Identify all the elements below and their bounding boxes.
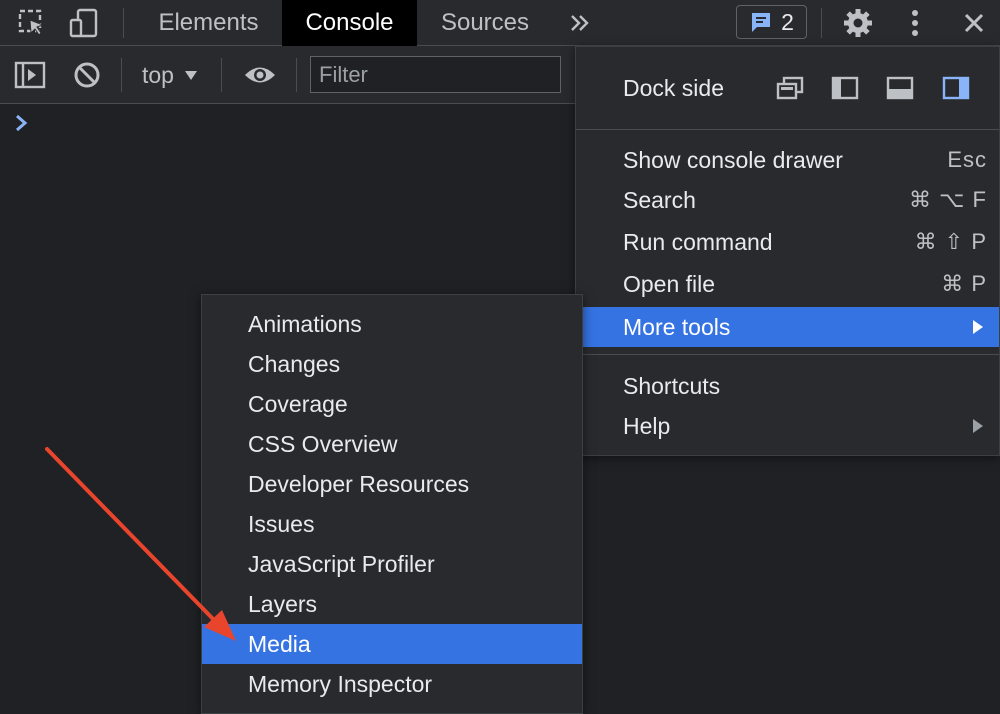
submenu-item-memory-inspector[interactable]: Memory Inspector bbox=[202, 664, 582, 704]
settings-gear-icon[interactable] bbox=[838, 0, 878, 46]
menu-item-label: Help bbox=[623, 412, 671, 439]
submenu-item-coverage[interactable]: Coverage bbox=[202, 384, 582, 424]
dock-side-label: Dock side bbox=[623, 75, 724, 101]
menu-divider bbox=[576, 354, 999, 355]
kebab-menu-icon[interactable] bbox=[895, 0, 935, 46]
submenu-item-label: Memory Inspector bbox=[248, 670, 433, 697]
menu-item-run-command[interactable]: Run command ⌘ ⇧ P bbox=[576, 222, 999, 262]
close-icon[interactable] bbox=[954, 0, 994, 46]
sidebar-toggle-icon[interactable] bbox=[10, 46, 50, 104]
toolbar-divider bbox=[221, 58, 222, 92]
more-tools-submenu: Animations Changes Coverage CSS Overview… bbox=[201, 294, 583, 714]
chevron-down-icon bbox=[184, 71, 197, 80]
submenu-item-media[interactable]: Media bbox=[202, 624, 582, 664]
submenu-item-layers[interactable]: Layers bbox=[202, 584, 582, 624]
filter-input[interactable] bbox=[310, 56, 561, 93]
menu-item-shortcut: Esc bbox=[947, 147, 987, 172]
submenu-item-javascript-profiler[interactable]: JavaScript Profiler bbox=[202, 544, 582, 584]
devtools-tab-bar: Elements Console Sources 2 bbox=[0, 0, 1000, 46]
menu-item-label: Search bbox=[623, 186, 696, 213]
menu-item-search[interactable]: Search ⌘ ⌥ F bbox=[576, 180, 999, 220]
submenu-item-label: Developer Resources bbox=[248, 470, 470, 497]
submenu-item-label: CSS Overview bbox=[248, 430, 398, 457]
submenu-item-label: Animations bbox=[248, 310, 362, 337]
menu-item-label: More tools bbox=[623, 313, 731, 340]
submenu-item-changes[interactable]: Changes bbox=[202, 344, 582, 384]
menu-item-label: Run command bbox=[623, 228, 773, 255]
toolbar-divider bbox=[296, 58, 297, 92]
dock-bottom-icon[interactable] bbox=[885, 75, 915, 101]
dock-side-row: Dock side bbox=[576, 47, 999, 129]
menu-item-label: Show console drawer bbox=[623, 146, 843, 173]
submenu-arrow-icon bbox=[973, 419, 983, 433]
submenu-item-issues[interactable]: Issues bbox=[202, 504, 582, 544]
issues-count: 2 bbox=[781, 8, 794, 35]
context-selector-value: top bbox=[142, 61, 174, 88]
submenu-item-label: JavaScript Profiler bbox=[248, 550, 435, 577]
tab-elements[interactable]: Elements bbox=[137, 0, 280, 46]
submenu-arrow-icon bbox=[973, 320, 983, 334]
menu-item-show-console-drawer[interactable]: Show console drawer Esc bbox=[576, 140, 999, 180]
submenu-item-animations[interactable]: Animations bbox=[202, 304, 582, 344]
tab-console[interactable]: Console bbox=[282, 0, 417, 46]
menu-item-shortcut: ⌘ P bbox=[941, 271, 987, 296]
clear-console-icon[interactable] bbox=[66, 46, 108, 104]
inspect-element-icon[interactable] bbox=[12, 0, 52, 46]
tab-sources[interactable]: Sources bbox=[420, 0, 550, 46]
submenu-item-css-overview[interactable]: CSS Overview bbox=[202, 424, 582, 464]
submenu-item-label: Changes bbox=[248, 350, 341, 377]
device-toggle-icon[interactable] bbox=[64, 0, 104, 46]
issues-icon bbox=[752, 13, 771, 32]
issues-badge[interactable]: 2 bbox=[736, 5, 807, 39]
console-prompt-chevron-icon[interactable] bbox=[14, 112, 30, 139]
toolbar-divider bbox=[121, 58, 122, 92]
submenu-item-label: Issues bbox=[248, 510, 315, 537]
menu-item-shortcut: ⌘ ⇧ P bbox=[914, 229, 987, 254]
menu-item-shortcut: ⌘ ⌥ F bbox=[908, 187, 987, 212]
dock-undock-icon[interactable] bbox=[775, 75, 805, 101]
toolbar-divider bbox=[821, 8, 822, 38]
main-menu: Dock side Show console drawer Esc Search… bbox=[575, 46, 1000, 456]
dock-left-icon[interactable] bbox=[830, 75, 860, 101]
menu-divider bbox=[576, 129, 999, 130]
more-tabs-icon[interactable] bbox=[560, 0, 600, 46]
submenu-item-developer-resources[interactable]: Developer Resources bbox=[202, 464, 582, 504]
submenu-item-label: Coverage bbox=[248, 390, 348, 417]
submenu-item-label: Media bbox=[248, 630, 311, 657]
live-expression-eye-icon[interactable] bbox=[238, 46, 282, 104]
dock-right-icon[interactable] bbox=[941, 75, 971, 101]
submenu-item-label: Layers bbox=[248, 590, 318, 617]
toolbar-divider bbox=[123, 8, 124, 38]
menu-item-help[interactable]: Help bbox=[576, 406, 999, 446]
menu-item-shortcuts[interactable]: Shortcuts bbox=[576, 366, 999, 406]
context-selector[interactable]: top bbox=[130, 46, 210, 104]
menu-item-more-tools[interactable]: More tools bbox=[576, 307, 999, 347]
menu-item-open-file[interactable]: Open file ⌘ P bbox=[576, 264, 999, 304]
menu-item-label: Shortcuts bbox=[623, 372, 721, 399]
menu-item-label: Open file bbox=[623, 270, 716, 297]
